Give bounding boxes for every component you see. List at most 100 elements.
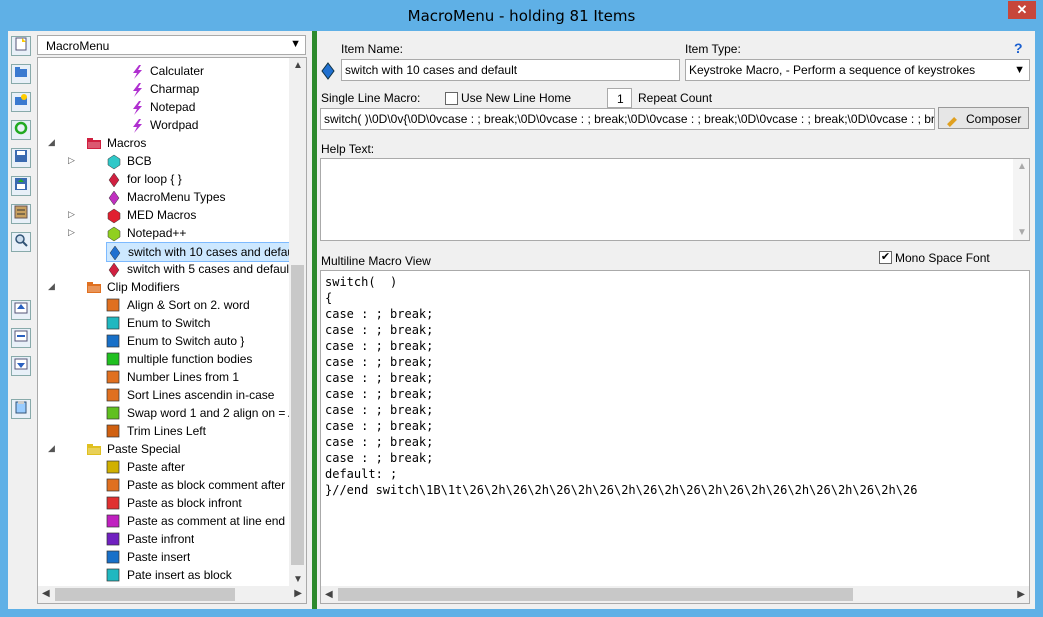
clipboard-icon[interactable] (11, 399, 31, 419)
tree-horizontal-scrollbar[interactable]: ◀ ▶ (38, 586, 306, 603)
square-icon (106, 460, 122, 476)
move-down-icon[interactable] (11, 356, 31, 376)
tree-item[interactable]: MED Macros (106, 206, 196, 224)
single-line-macro-input[interactable]: switch( )\0D\0v{\0D\0vcase : ; break;\0D… (320, 108, 935, 130)
side-toolbar (8, 31, 36, 609)
macro-menu-combo[interactable]: MacroMenu ▼ (37, 35, 306, 55)
import-icon[interactable] (11, 328, 31, 348)
tree-item[interactable]: Paste after (106, 458, 185, 476)
scroll-thumb[interactable] (291, 265, 304, 565)
help-text-area[interactable]: ▲ ▼ (320, 158, 1030, 241)
repeat-count-input[interactable]: 1 (607, 88, 632, 108)
item-type-select[interactable]: Keystroke Macro, - Perform a sequence of… (685, 59, 1030, 81)
tree-item[interactable]: Paste as block infront (106, 494, 242, 512)
tree-item[interactable]: Notepad (129, 98, 195, 116)
tree-item-label: Align & Sort on 2. word (127, 298, 250, 312)
tree-item[interactable]: Trim Lines Left (106, 422, 206, 440)
item-name-value: switch with 10 cases and default (345, 63, 518, 77)
tree-item[interactable]: Macros (86, 134, 146, 152)
tree-item-label: Number Lines from 1 (127, 370, 240, 384)
macro-line: default: ; (325, 467, 398, 481)
scroll-down-arrow-icon[interactable]: ▼ (1017, 227, 1027, 238)
lightning-icon (129, 118, 145, 134)
tree-item[interactable]: Sort Lines ascendin in-case (106, 386, 274, 404)
refresh-icon[interactable] (11, 120, 31, 140)
tree-item[interactable]: Clip Modifiers (86, 278, 180, 296)
mono-space-checkbox[interactable]: ✔ (879, 251, 892, 264)
tree-item-label: Charmap (150, 82, 200, 96)
scroll-up-arrow-icon[interactable]: ▲ (1017, 161, 1027, 172)
scroll-right-arrow-icon[interactable]: ▶ (1017, 589, 1025, 600)
tree-item[interactable]: Number Lines from 1 (106, 368, 239, 386)
hscroll-thumb[interactable] (55, 588, 235, 601)
macro-line: case : ; break; (325, 435, 434, 449)
tree-item[interactable]: Paste infront (106, 530, 194, 548)
scroll-right-arrow-icon[interactable]: ▶ (294, 588, 302, 599)
tree-item[interactable]: Paste as block comment after (106, 476, 285, 494)
tree-item[interactable]: Charmap (129, 80, 199, 98)
square-icon (106, 316, 122, 332)
expand-arrow-icon[interactable]: ▷ (68, 227, 75, 238)
scroll-left-arrow-icon[interactable]: ◀ (42, 588, 50, 599)
tree-item[interactable]: multiple function bodies (106, 350, 252, 368)
tree-item-label: Notepad++ (127, 226, 187, 240)
save-icon[interactable] (11, 148, 31, 168)
chevron-down-icon: ▼ (290, 38, 301, 50)
collapse-arrow-icon[interactable]: ◢ (48, 137, 55, 148)
collapse-arrow-icon[interactable]: ◢ (48, 281, 55, 292)
folder-icon (86, 442, 102, 458)
tree-item-label: Notepad (150, 100, 196, 114)
tree-item-label: Macros (107, 136, 147, 150)
tree-item[interactable]: BCB (106, 152, 152, 170)
scroll-down-arrow-icon[interactable]: ▼ (293, 574, 303, 585)
export-icon[interactable] (11, 176, 31, 196)
new-folder-icon[interactable] (11, 92, 31, 112)
macro-line: case : ; break; (325, 387, 434, 401)
new-item-icon[interactable] (11, 36, 31, 56)
open-folder-icon[interactable] (11, 64, 31, 84)
tree-item[interactable]: Paste insert (106, 548, 190, 566)
help-icon[interactable]: ? (1014, 40, 1023, 56)
scroll-left-arrow-icon[interactable]: ◀ (325, 589, 333, 600)
tree-item[interactable]: Pate insert as block (106, 566, 232, 584)
tree-item[interactable]: switch with 5 cases and default (106, 260, 289, 278)
tree-item[interactable]: for loop { } (106, 170, 182, 188)
tree-item[interactable]: switch with 10 cases and default (106, 242, 291, 262)
tree-item[interactable]: Enum to Switch auto } (106, 332, 244, 350)
macro-horizontal-scrollbar[interactable]: ◀ ▶ (321, 586, 1029, 603)
tree-item[interactable]: Calculater (129, 62, 204, 80)
square-icon (106, 550, 122, 566)
tree-item-label: Paste insert (127, 550, 191, 564)
scroll-up-arrow-icon[interactable]: ▲ (293, 60, 303, 71)
tree-item[interactable]: Notepad++ (106, 224, 186, 242)
expand-arrow-icon[interactable]: ▷ (68, 155, 75, 166)
item-name-input[interactable]: switch with 10 cases and default (341, 59, 680, 81)
tree-item[interactable]: Swap word 1 and 2 align on = Auto (106, 404, 289, 422)
move-up-icon[interactable] (11, 300, 31, 320)
tree-item[interactable]: MacroMenu Types (106, 188, 226, 206)
multiline-macro-view[interactable]: switch( ) {case : ; break; case : ; break;… (320, 270, 1030, 604)
composer-button[interactable]: Composer (938, 107, 1029, 129)
tree-item[interactable]: Paste Special (86, 440, 180, 458)
tree-vertical-scrollbar[interactable]: ▲ ▼ (289, 58, 306, 587)
tree-item[interactable]: Enum to Switch (106, 314, 210, 332)
diamond-icon (106, 262, 122, 278)
use-new-line-checkbox[interactable] (445, 92, 458, 105)
tree-item[interactable]: Paste as comment at line end (106, 512, 285, 530)
macro-tree[interactable]: Calculater Charmap Notepad Wordpad Macros ◢ BC… (37, 57, 307, 604)
search-icon[interactable] (11, 232, 31, 252)
help-scrollbar[interactable]: ▲ ▼ (1013, 159, 1029, 240)
macro-line: case : ; break; (325, 323, 434, 337)
tree-item[interactable]: Wordpad (129, 116, 198, 134)
folder-icon (86, 280, 102, 296)
diamond-icon (106, 190, 122, 206)
properties-icon[interactable] (11, 204, 31, 224)
collapse-arrow-icon[interactable]: ◢ (48, 443, 55, 454)
expand-arrow-icon[interactable]: ▷ (68, 209, 75, 220)
close-button[interactable]: ✕ (1008, 1, 1036, 19)
gem-icon (106, 226, 122, 242)
tree-item-label: switch with 5 cases and default (127, 262, 289, 276)
panel-splitter[interactable] (312, 31, 317, 609)
macro-hscroll-thumb[interactable] (338, 588, 853, 601)
tree-item[interactable]: Align & Sort on 2. word (106, 296, 250, 314)
